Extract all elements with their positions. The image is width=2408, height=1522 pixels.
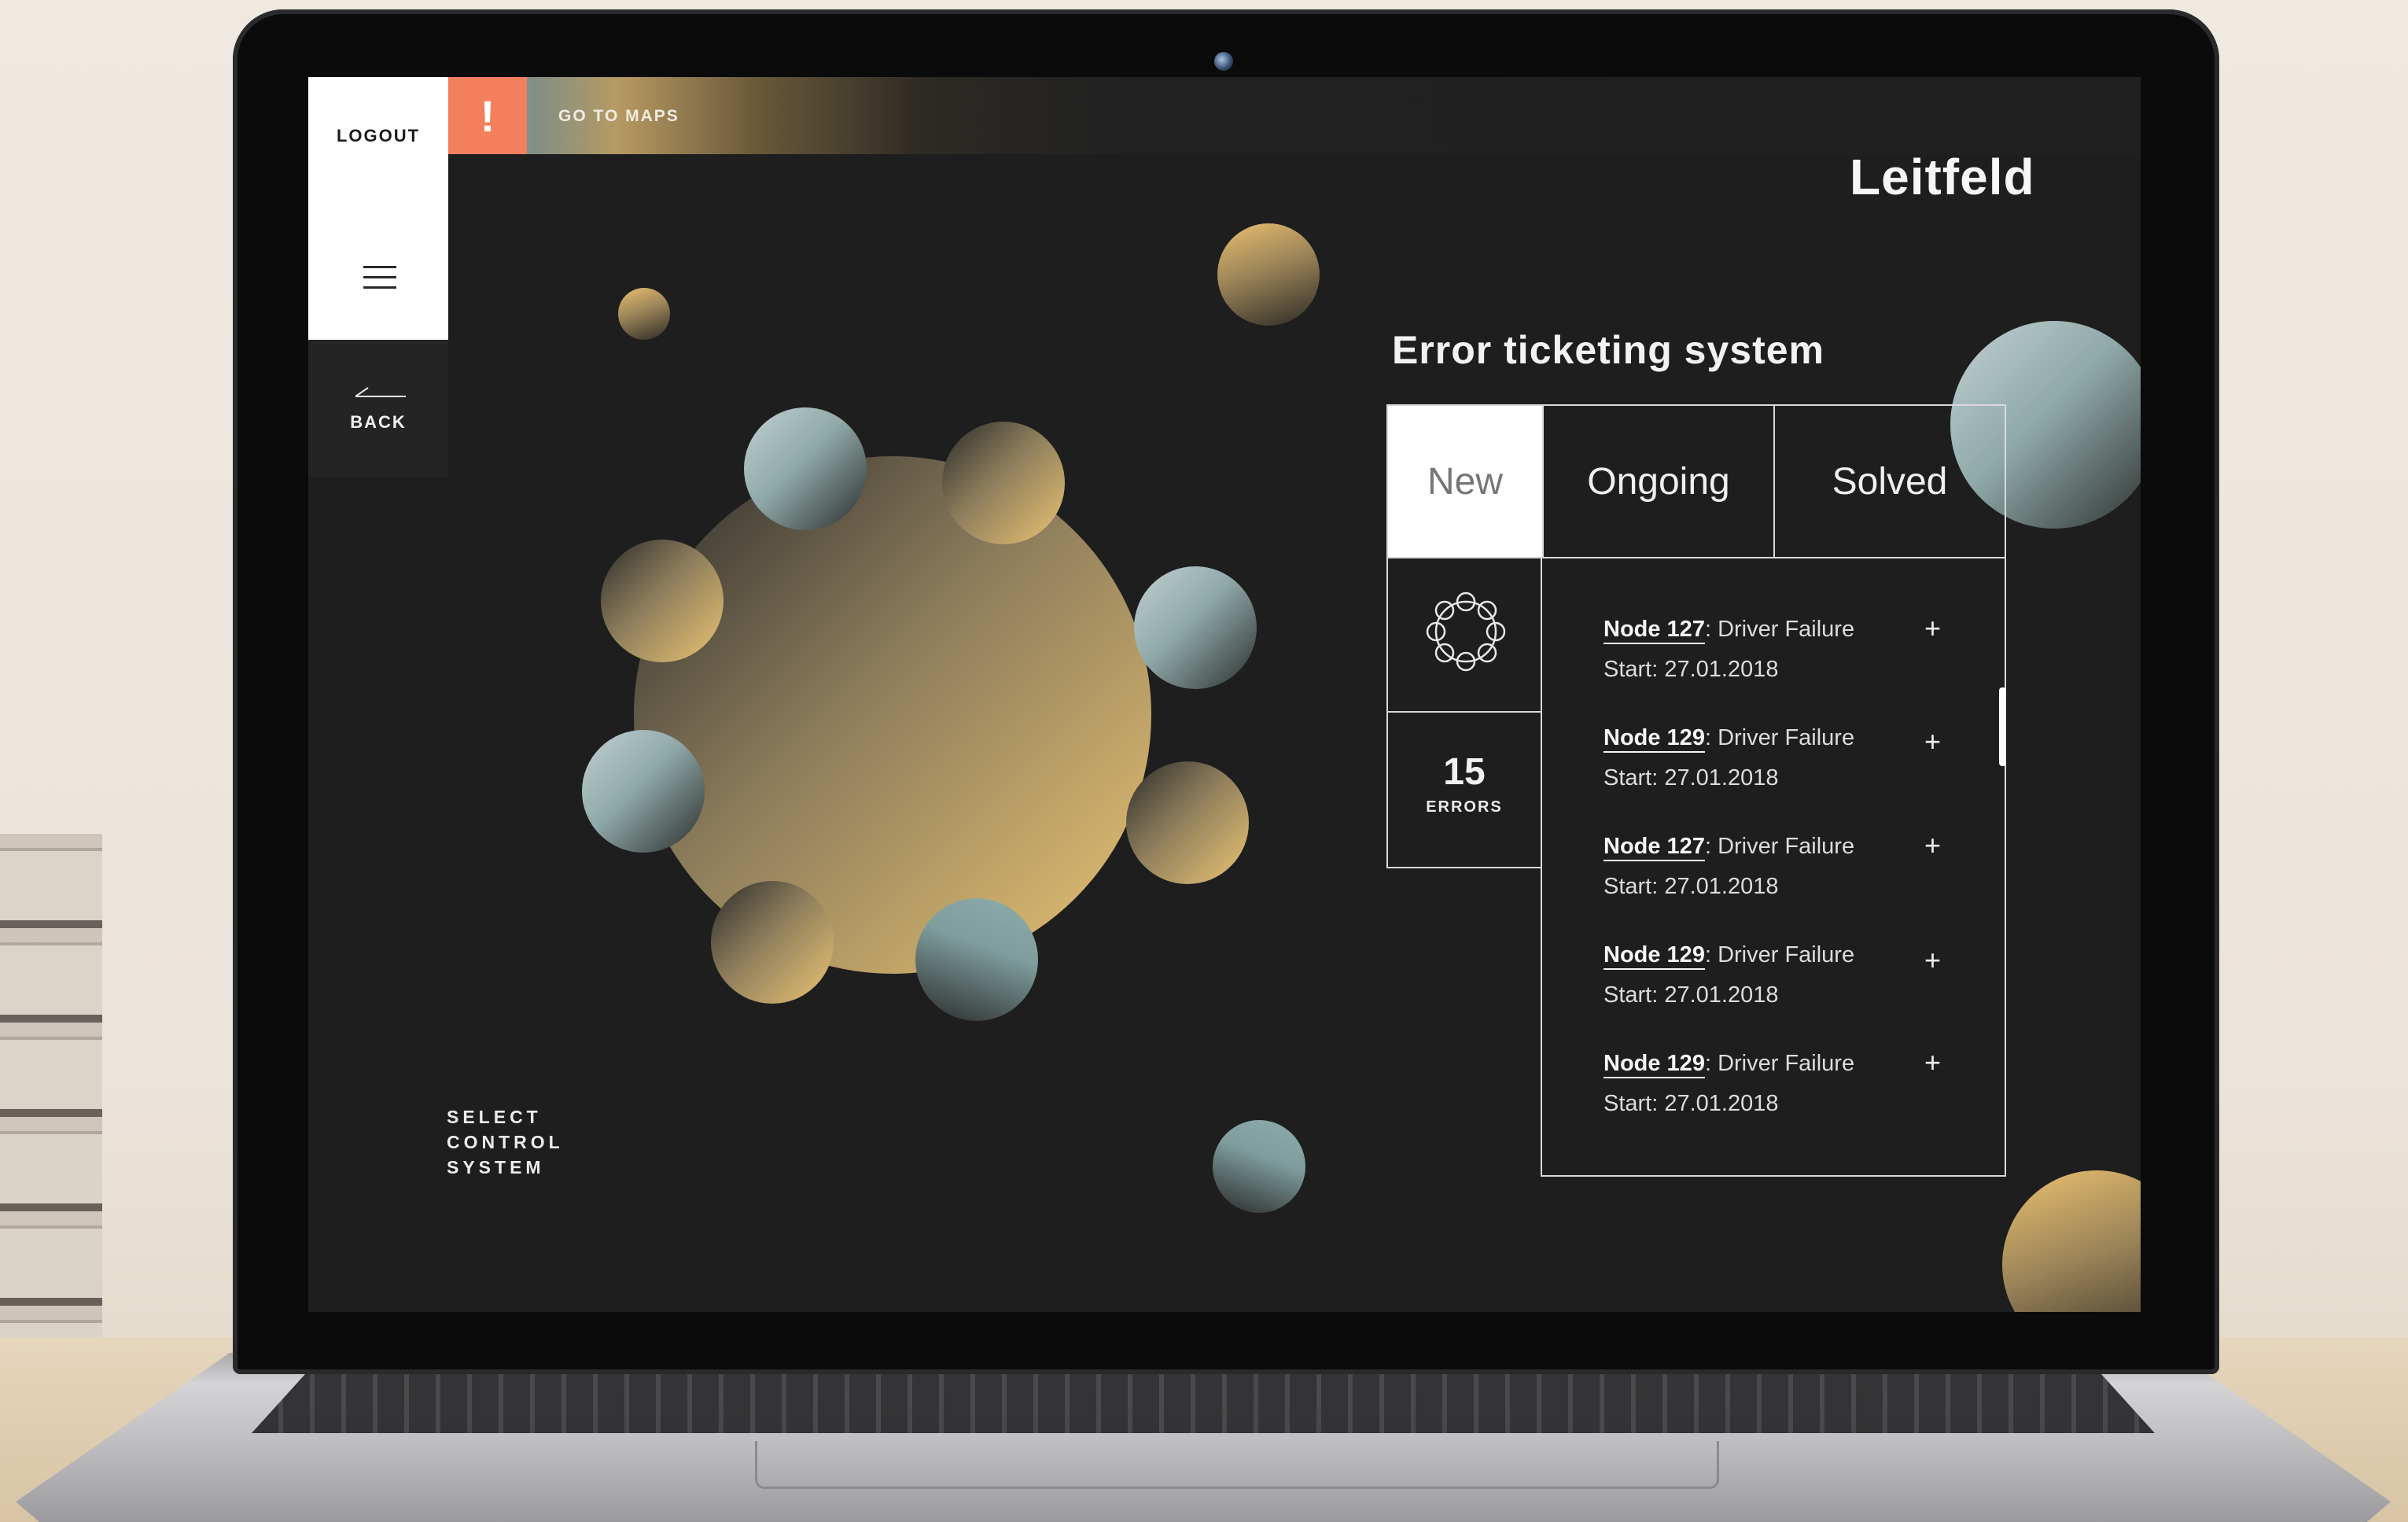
error-count-label: ERRORS (1426, 798, 1503, 816)
ticket-tabs: New Ongoing Solved (1386, 404, 2006, 558)
sphere-decor (1213, 1120, 1305, 1213)
sphere-decor (2002, 1170, 2141, 1312)
list-item[interactable]: Node 129: Driver Failure Start: 27.01.20… (1603, 1046, 1973, 1117)
exclamation-icon: ! (480, 90, 495, 141)
sphere-decor (1217, 223, 1320, 326)
tab-new[interactable]: New (1388, 406, 1544, 557)
start-date: Start: 27.01.2018 (1603, 874, 1779, 899)
back-arrow-icon (355, 387, 406, 397)
list-item[interactable]: Node 127: Driver Failure Start: 27.01.20… (1603, 612, 1973, 683)
issue-text: : Driver Failure (1704, 617, 1855, 642)
back-button[interactable]: BACK (308, 340, 448, 477)
issue-text: : Driver Failure (1704, 725, 1855, 750)
node-link[interactable]: Node 127 (1603, 617, 1705, 644)
issue-text: : Driver Failure (1704, 942, 1855, 967)
list-item[interactable]: Node 129: Driver Failure Start: 27.01.20… (1603, 725, 1973, 791)
expand-plus-icon[interactable]: + (1924, 829, 1941, 862)
node-link[interactable]: Node 127 (1603, 834, 1705, 861)
start-date: Start: 27.01.2018 (1603, 982, 1779, 1008)
expand-plus-icon[interactable]: + (1924, 1046, 1941, 1079)
tab-ongoing[interactable]: Ongoing (1544, 406, 1775, 557)
keyboard (252, 1370, 2155, 1433)
list-item[interactable]: Node 127: Driver Failure Start: 27.01.20… (1603, 829, 1973, 900)
list-scrollbar[interactable] (1999, 687, 2006, 766)
cluster-node[interactable] (711, 881, 834, 1004)
cluster-node[interactable] (915, 898, 1038, 1021)
start-date: Start: 27.01.2018 (1603, 765, 1779, 790)
summary-column: 15 ERRORS (1386, 557, 1542, 868)
trackpad (755, 1441, 1719, 1489)
cluster-node[interactable] (942, 422, 1065, 544)
issue-text: : Driver Failure (1704, 834, 1855, 859)
cluster-node[interactable] (601, 540, 724, 662)
expand-plus-icon[interactable]: + (1924, 944, 1941, 977)
tab-solved[interactable]: Solved (1775, 406, 2005, 557)
brand-logo: Leitfeld (1850, 149, 2035, 205)
node-link[interactable]: Node 129 (1603, 1051, 1705, 1078)
error-count: 15 (1443, 751, 1486, 793)
node-link[interactable]: Node 129 (1603, 942, 1705, 970)
app-screen: ! GO TO MAPS LOGOUT BACK Leitfeld SELECT… (308, 77, 2141, 1312)
node-ring-cell (1386, 557, 1542, 713)
cluster-core (634, 456, 1151, 974)
list-item[interactable]: Node 129: Driver Failure Start: 27.01.20… (1603, 942, 1973, 1008)
cluster-node[interactable] (1126, 761, 1249, 884)
cluster-node[interactable] (1134, 566, 1257, 689)
cluster-node[interactable] (582, 730, 705, 853)
node-ring-icon (1426, 591, 1506, 672)
cluster-node[interactable] (744, 407, 867, 530)
top-bar (448, 77, 2141, 154)
books-background (0, 834, 102, 1384)
sphere-decor (618, 288, 670, 340)
node-link[interactable]: Node 129 (1603, 725, 1705, 753)
back-label: BACK (350, 412, 407, 432)
ticket-list: Node 127: Driver Failure Start: 27.01.20… (1541, 557, 2006, 1177)
issue-text: : Driver Failure (1704, 1051, 1855, 1076)
expand-plus-icon[interactable]: + (1924, 612, 1941, 645)
start-date: Start: 27.01.2018 (1603, 1091, 1779, 1116)
alert-button[interactable]: ! (448, 77, 527, 154)
panel-title: Error ticketing system (1392, 328, 1824, 372)
logout-button[interactable]: LOGOUT (308, 126, 448, 146)
expand-plus-icon[interactable]: + (1924, 725, 1941, 758)
select-control-system-label: SELECT CONTROL SYSTEM (447, 1107, 564, 1177)
webcam-icon (1214, 52, 1233, 71)
hamburger-menu-icon[interactable] (363, 266, 396, 289)
go-to-maps-link[interactable]: GO TO MAPS (558, 107, 679, 126)
sidebar-panel (308, 77, 448, 340)
error-count-cell: 15 ERRORS (1386, 711, 1542, 868)
start-date: Start: 27.01.2018 (1603, 657, 1779, 682)
